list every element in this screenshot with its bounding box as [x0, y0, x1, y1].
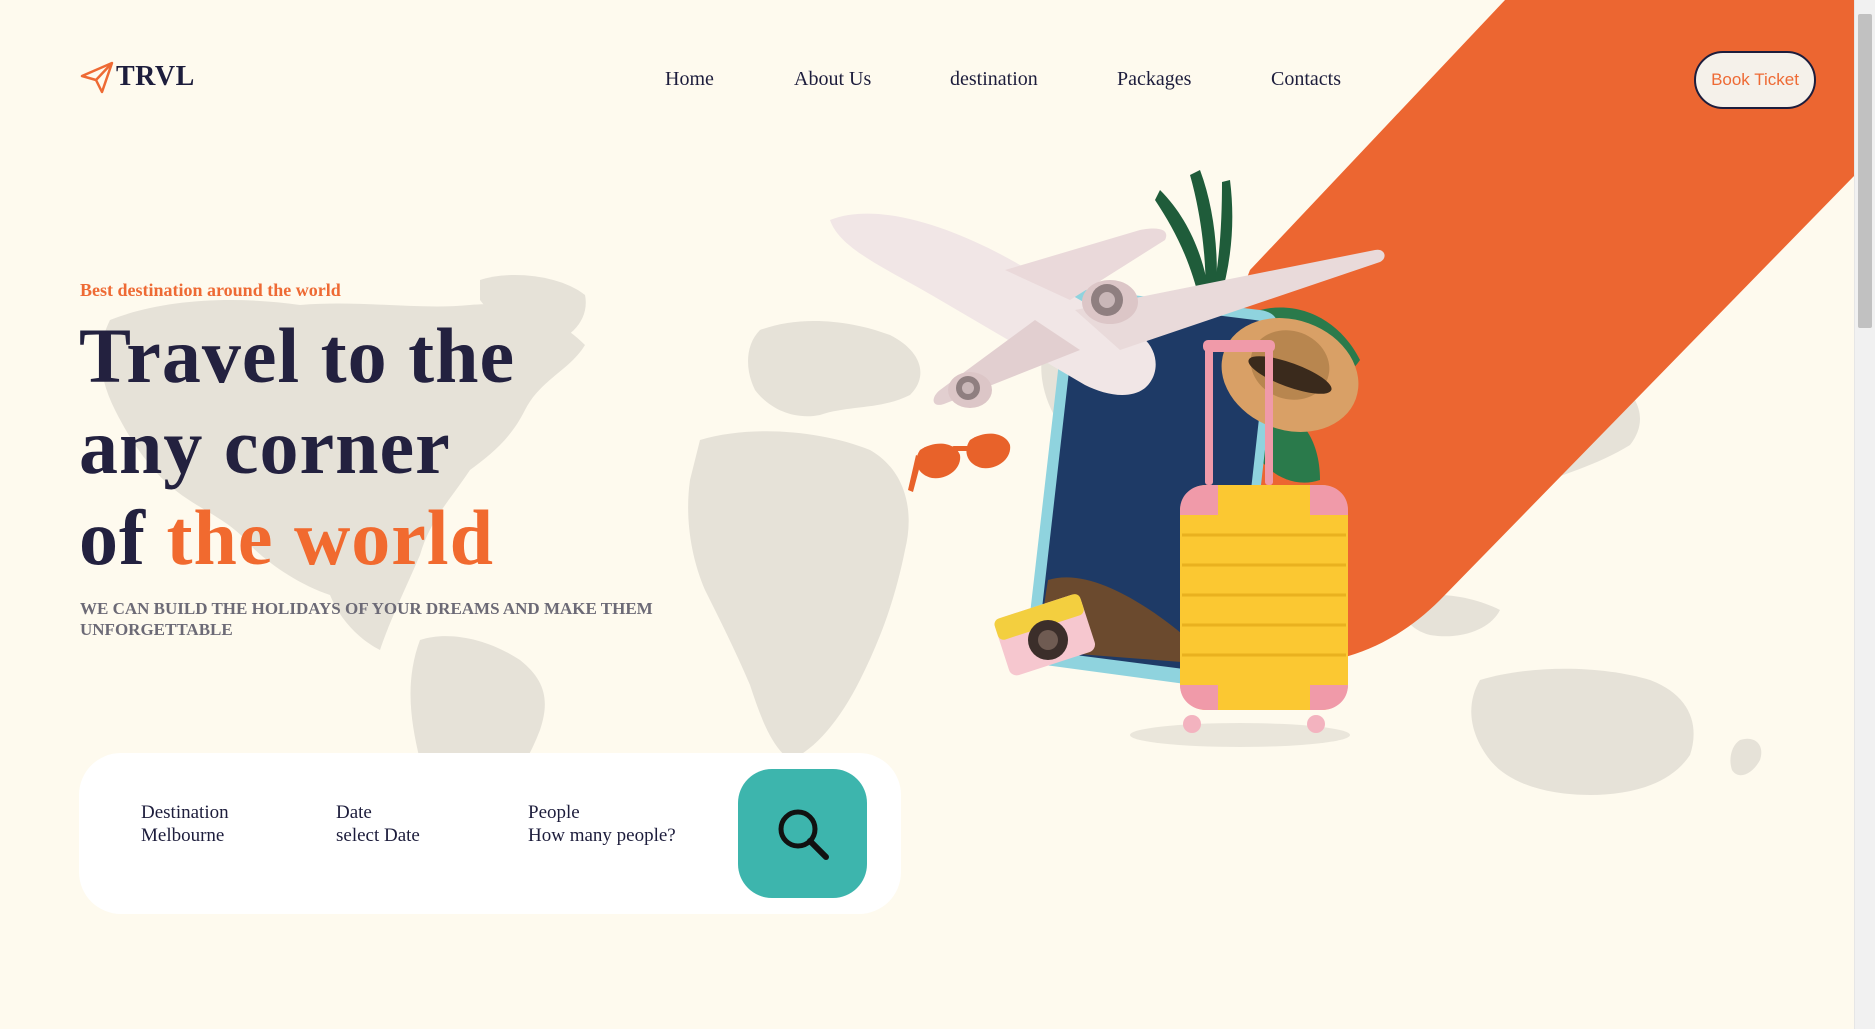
headline-line-3-prefix: of	[79, 494, 167, 581]
nav-item-packages[interactable]: Packages	[1117, 68, 1191, 91]
date-value: select Date	[336, 825, 420, 846]
destination-field[interactable]: Destination Melbourne	[141, 801, 229, 847]
people-label: People	[528, 802, 580, 823]
search-icon	[778, 809, 829, 860]
headline-line-1: Travel to the	[79, 312, 516, 399]
travel-illustration	[830, 170, 1385, 747]
hero-subtitle: WE CAN BUILD THE HOLIDAYS OF YOUR DREAMS…	[80, 599, 653, 639]
destination-label: Destination	[141, 802, 229, 823]
nav-item-home[interactable]: Home	[665, 68, 714, 91]
hero-tagline: Best destination around the world	[80, 280, 341, 300]
people-value: How many people?	[528, 825, 676, 846]
search-button[interactable]	[738, 769, 867, 898]
people-field[interactable]: People How many people?	[528, 801, 676, 847]
headline-line-3-accent: the world	[166, 494, 494, 581]
nav-item-about-us[interactable]: About Us	[794, 68, 871, 91]
nav-item-destination[interactable]: destination	[950, 68, 1038, 91]
nav-item-contacts[interactable]: Contacts	[1271, 68, 1341, 91]
date-field[interactable]: Date select Date	[336, 801, 420, 847]
search-card: Destination Melbourne Date select Date P…	[79, 753, 901, 914]
scrollbar-thumb[interactable]	[1858, 14, 1872, 328]
destination-value: Melbourne	[141, 825, 225, 846]
hero-headline: Travel to the any corner of the world	[79, 310, 515, 583]
sunglasses-icon	[908, 433, 1011, 492]
page-scrollbar[interactable]	[1854, 0, 1875, 1029]
book-ticket-button[interactable]: Book Ticket	[1694, 51, 1816, 109]
date-label: Date	[336, 802, 372, 823]
headline-line-2: any corner	[79, 403, 451, 490]
main-nav: Home About Us destination Packages Conta…	[0, 68, 1875, 98]
landing-page: TRVL Home About Us destination Packages …	[0, 0, 1875, 1029]
